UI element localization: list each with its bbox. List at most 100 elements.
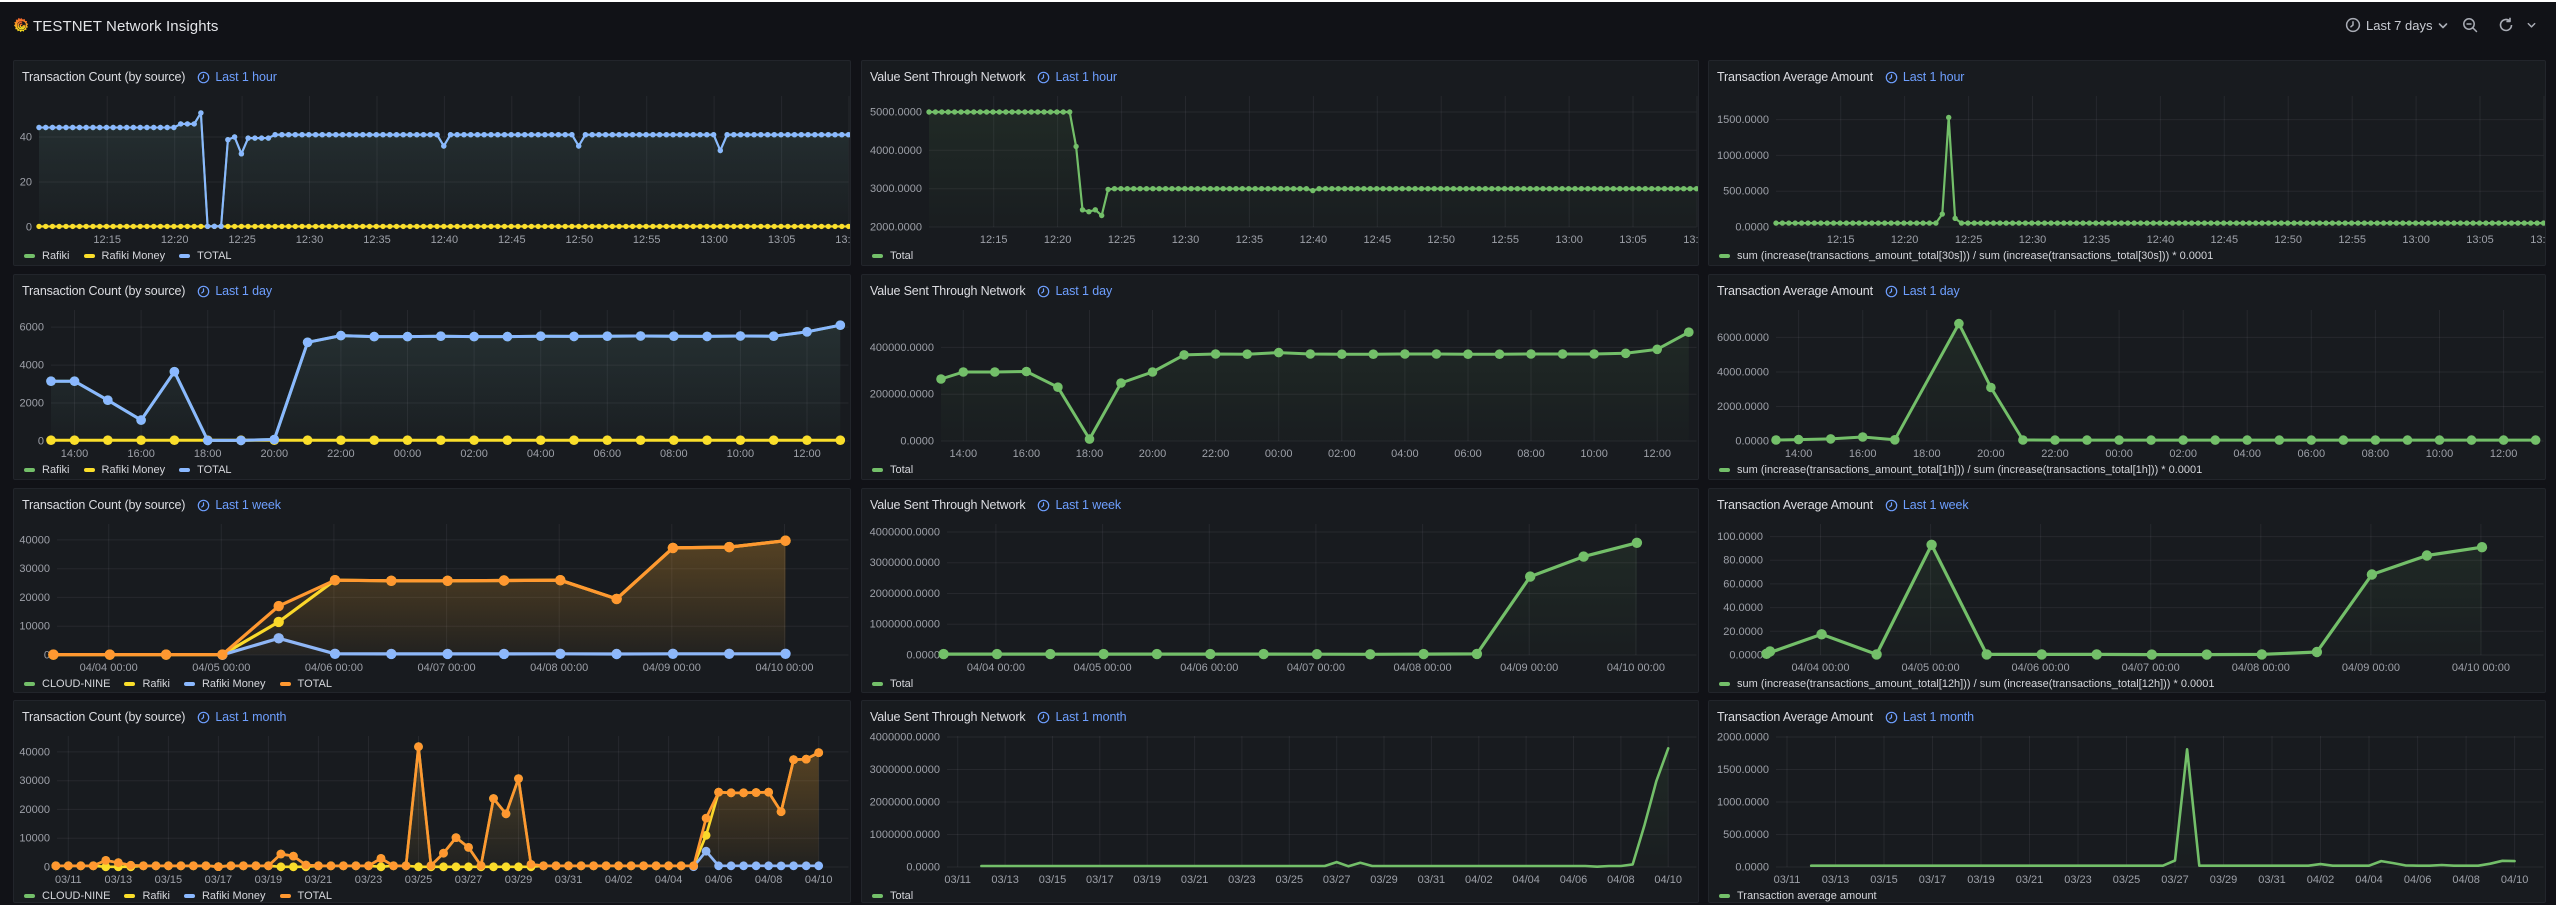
- svg-text:6000.0000: 6000.0000: [1717, 332, 1769, 344]
- svg-text:03/27: 03/27: [455, 874, 483, 886]
- svg-text:12:35: 12:35: [1236, 234, 1264, 246]
- svg-text:12:15: 12:15: [980, 234, 1008, 246]
- svg-text:12:55: 12:55: [2338, 234, 2366, 246]
- svg-text:04/07 00:00: 04/07 00:00: [2122, 662, 2180, 674]
- svg-text:40: 40: [20, 132, 32, 144]
- svg-text:10000: 10000: [19, 621, 50, 633]
- svg-text:04/10: 04/10: [805, 874, 833, 886]
- svg-text:13:05: 13:05: [2466, 234, 2494, 246]
- svg-text:04/04: 04/04: [1512, 874, 1540, 886]
- svg-text:12:00: 12:00: [1643, 448, 1671, 460]
- svg-text:03/17: 03/17: [1086, 874, 1114, 886]
- svg-text:13:10: 13:10: [1683, 234, 1699, 246]
- svg-text:20:00: 20:00: [1139, 448, 1167, 460]
- svg-text:04/07 00:00: 04/07 00:00: [1287, 662, 1345, 674]
- svg-text:12:45: 12:45: [2211, 234, 2239, 246]
- svg-text:03/25: 03/25: [2113, 874, 2141, 886]
- svg-text:0.0000: 0.0000: [1729, 650, 1763, 662]
- svg-text:04/02: 04/02: [605, 874, 633, 886]
- svg-text:03/31: 03/31: [1418, 874, 1446, 886]
- svg-text:03/21: 03/21: [2016, 874, 2044, 886]
- svg-text:12:55: 12:55: [633, 234, 661, 246]
- svg-text:22:00: 22:00: [1202, 448, 1230, 460]
- svg-text:3000000.0000: 3000000.0000: [870, 764, 940, 776]
- svg-text:12:15: 12:15: [1827, 234, 1855, 246]
- svg-text:04/10: 04/10: [1654, 874, 1682, 886]
- svg-text:03/11: 03/11: [55, 874, 82, 886]
- svg-text:10:00: 10:00: [2426, 448, 2454, 460]
- svg-text:04/06 00:00: 04/06 00:00: [2012, 662, 2070, 674]
- svg-text:16:00: 16:00: [127, 448, 155, 460]
- svg-text:04/05 00:00: 04/05 00:00: [1074, 662, 1132, 674]
- svg-text:12:50: 12:50: [1427, 234, 1455, 246]
- svg-text:03/27: 03/27: [1323, 874, 1351, 886]
- svg-text:04/08 00:00: 04/08 00:00: [1394, 662, 1452, 674]
- svg-text:12:35: 12:35: [2083, 234, 2111, 246]
- svg-text:03/21: 03/21: [305, 874, 333, 886]
- svg-text:03/23: 03/23: [355, 874, 383, 886]
- svg-text:1000.0000: 1000.0000: [1717, 150, 1769, 162]
- svg-text:20.0000: 20.0000: [1723, 626, 1763, 638]
- svg-text:03/13: 03/13: [1822, 874, 1850, 886]
- svg-text:12:00: 12:00: [2490, 448, 2518, 460]
- svg-text:1000000.0000: 1000000.0000: [870, 619, 940, 631]
- svg-text:4000: 4000: [20, 360, 44, 372]
- svg-text:04:00: 04:00: [527, 448, 555, 460]
- svg-text:500.0000: 500.0000: [1723, 829, 1769, 841]
- svg-text:04/10: 04/10: [2501, 874, 2529, 886]
- svg-text:0.0000: 0.0000: [1735, 862, 1769, 874]
- svg-text:20:00: 20:00: [261, 448, 289, 460]
- svg-text:03/19: 03/19: [1133, 874, 1161, 886]
- svg-text:0: 0: [44, 862, 50, 874]
- svg-text:03/15: 03/15: [155, 874, 183, 886]
- svg-text:04/10 00:00: 04/10 00:00: [1607, 662, 1665, 674]
- svg-text:04/06 00:00: 04/06 00:00: [1180, 662, 1238, 674]
- svg-text:14:00: 14:00: [61, 448, 89, 460]
- svg-text:4000.0000: 4000.0000: [1717, 367, 1769, 379]
- svg-text:03/25: 03/25: [405, 874, 433, 886]
- svg-text:03/23: 03/23: [2064, 874, 2092, 886]
- svg-text:0.0000: 0.0000: [1735, 436, 1769, 448]
- svg-text:0: 0: [26, 222, 32, 234]
- svg-text:03/15: 03/15: [1870, 874, 1898, 886]
- svg-text:12:45: 12:45: [1364, 234, 1392, 246]
- svg-text:200000.0000: 200000.0000: [870, 389, 934, 401]
- svg-text:04/09 00:00: 04/09 00:00: [2342, 662, 2400, 674]
- svg-text:04/08: 04/08: [755, 874, 783, 886]
- svg-text:2000.0000: 2000.0000: [1717, 732, 1769, 744]
- svg-text:10:00: 10:00: [727, 448, 755, 460]
- svg-text:03/17: 03/17: [1919, 874, 1947, 886]
- svg-text:4000000.0000: 4000000.0000: [870, 732, 940, 744]
- svg-text:04/10 00:00: 04/10 00:00: [2452, 662, 2510, 674]
- svg-text:04:00: 04:00: [2233, 448, 2261, 460]
- svg-text:06:00: 06:00: [594, 448, 622, 460]
- svg-text:10000: 10000: [19, 833, 50, 845]
- svg-text:03/17: 03/17: [205, 874, 233, 886]
- svg-text:04/08 00:00: 04/08 00:00: [2232, 662, 2290, 674]
- svg-text:04/02: 04/02: [2307, 874, 2335, 886]
- svg-text:2000.0000: 2000.0000: [870, 222, 922, 234]
- svg-text:13:05: 13:05: [1619, 234, 1647, 246]
- svg-text:04/08: 04/08: [1607, 874, 1635, 886]
- svg-text:12:15: 12:15: [93, 234, 121, 246]
- svg-text:18:00: 18:00: [1076, 448, 1104, 460]
- svg-text:04/05 00:00: 04/05 00:00: [192, 662, 250, 674]
- svg-text:1000.0000: 1000.0000: [1717, 797, 1769, 809]
- svg-text:03/11: 03/11: [944, 874, 971, 886]
- svg-text:80.0000: 80.0000: [1723, 555, 1763, 567]
- svg-text:03/27: 03/27: [2161, 874, 2189, 886]
- svg-text:5000.0000: 5000.0000: [870, 107, 922, 119]
- svg-text:12:25: 12:25: [228, 234, 256, 246]
- svg-text:6000: 6000: [20, 322, 44, 334]
- svg-text:04/04 00:00: 04/04 00:00: [1791, 662, 1849, 674]
- svg-text:40000: 40000: [19, 746, 50, 758]
- svg-text:12:40: 12:40: [431, 234, 459, 246]
- svg-text:2000000.0000: 2000000.0000: [870, 588, 940, 600]
- svg-text:12:45: 12:45: [498, 234, 526, 246]
- svg-text:03/19: 03/19: [255, 874, 283, 886]
- svg-text:12:20: 12:20: [1891, 234, 1919, 246]
- svg-text:0.0000: 0.0000: [906, 650, 940, 662]
- svg-text:04:00: 04:00: [1391, 448, 1419, 460]
- svg-text:04/06: 04/06: [2404, 874, 2432, 886]
- svg-text:30000: 30000: [19, 563, 50, 575]
